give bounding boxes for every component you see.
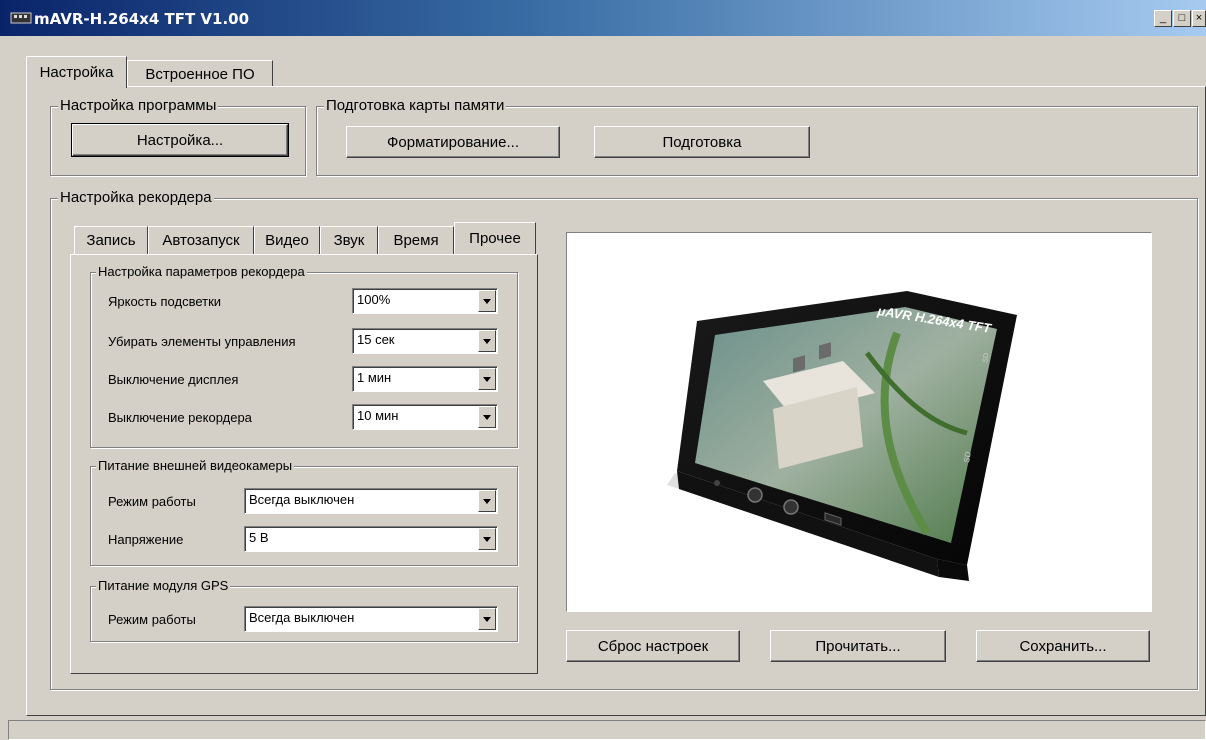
recorder-params-legend: Настройка параметров рекордера <box>96 263 307 281</box>
tab-label: Автозапуск <box>162 232 240 249</box>
minimize-button[interactable]: _ <box>1154 10 1172 27</box>
window-title: mAVR-H.264x4 TFT V1.00 <box>34 10 250 28</box>
app-icon <box>10 12 32 24</box>
program-settings-legend: Настройка программы <box>58 97 219 115</box>
chevron-down-icon[interactable] <box>478 406 496 428</box>
subtab-video[interactable]: Видео <box>254 226 320 254</box>
camera-mode-select[interactable]: Всегда выключен <box>244 488 498 514</box>
tab-label: Настройка <box>39 64 114 81</box>
chevron-down-icon[interactable] <box>478 290 496 312</box>
gps-mode-select[interactable]: Всегда выключен <box>244 606 498 632</box>
select-value: 15 сек <box>357 332 395 347</box>
backlight-select[interactable]: 100% <box>352 288 498 314</box>
recorder-off-label: Выключение рекордера <box>108 410 252 425</box>
reset-settings-button[interactable]: Сброс настроек <box>566 630 740 662</box>
tab-label: Звук <box>333 232 365 249</box>
chevron-down-icon[interactable] <box>478 528 496 550</box>
tab-firmware[interactable]: Встроенное ПО <box>127 60 273 88</box>
select-value: Всегда выключен <box>249 610 355 625</box>
camera-voltage-label: Напряжение <box>108 532 184 547</box>
status-bar <box>8 720 1206 740</box>
subtab-autostart[interactable]: Автозапуск <box>148 226 254 254</box>
camera-voltage-select[interactable]: 5 В <box>244 526 498 552</box>
display-off-label: Выключение дисплея <box>108 372 239 387</box>
prepare-button[interactable]: Подготовка <box>594 126 810 158</box>
memory-card-legend: Подготовка карты памяти <box>324 97 507 115</box>
save-button[interactable]: Сохранить... <box>976 630 1150 662</box>
maximize-icon: □ <box>1178 12 1186 24</box>
subtab-audio[interactable]: Звук <box>320 226 378 254</box>
backlight-label: Яркость подсветки <box>108 294 222 309</box>
tab-label: Запись <box>86 232 136 249</box>
maximize-button[interactable]: □ <box>1173 10 1191 27</box>
select-value: 5 В <box>249 530 269 545</box>
hide-controls-label: Убирать элементы управления <box>108 334 296 349</box>
format-button[interactable]: Форматирование... <box>346 126 560 158</box>
tab-settings[interactable]: Настройка <box>26 56 127 88</box>
subtab-time[interactable]: Время <box>378 226 454 254</box>
tab-label: Время <box>393 232 439 249</box>
recorder-off-select[interactable]: 10 мин <box>352 404 498 430</box>
close-button[interactable]: × <box>1192 10 1206 27</box>
chevron-down-icon[interactable] <box>478 330 496 352</box>
subtab-other[interactable]: Прочее <box>454 222 536 254</box>
device-preview: Audio Video Recorder μAVR H.264x4 TFT SD… <box>566 232 1152 612</box>
select-value: 1 мин <box>357 370 392 385</box>
device-image: Audio Video Recorder μAVR H.264x4 TFT SD… <box>667 289 1017 581</box>
display-off-select[interactable]: 1 мин <box>352 366 498 392</box>
read-button[interactable]: Прочитать... <box>770 630 946 662</box>
gps-mode-label: Режим работы <box>108 612 196 627</box>
select-value: 100% <box>357 292 391 307</box>
chevron-down-icon[interactable] <box>478 490 496 512</box>
chevron-down-icon[interactable] <box>478 608 496 630</box>
camera-power-legend: Питание внешней видеокамеры <box>96 457 295 475</box>
close-icon: × <box>1195 12 1203 24</box>
program-settings-button[interactable]: Настройка... <box>71 123 289 157</box>
camera-mode-label: Режим работы <box>108 494 196 509</box>
tab-label: Встроенное ПО <box>145 66 255 83</box>
recorder-settings-legend: Настройка рекордера <box>58 189 214 207</box>
select-value: 10 мин <box>357 408 399 423</box>
tab-label: Прочее <box>469 230 521 247</box>
minimize-icon: _ <box>1159 12 1167 24</box>
tab-label: Видео <box>265 232 309 249</box>
chevron-down-icon[interactable] <box>478 368 496 390</box>
gps-power-legend: Питание модуля GPS <box>96 577 231 595</box>
hide-controls-select[interactable]: 15 сек <box>352 328 498 354</box>
subtab-record[interactable]: Запись <box>74 226 148 254</box>
select-value: Всегда выключен <box>249 492 355 507</box>
